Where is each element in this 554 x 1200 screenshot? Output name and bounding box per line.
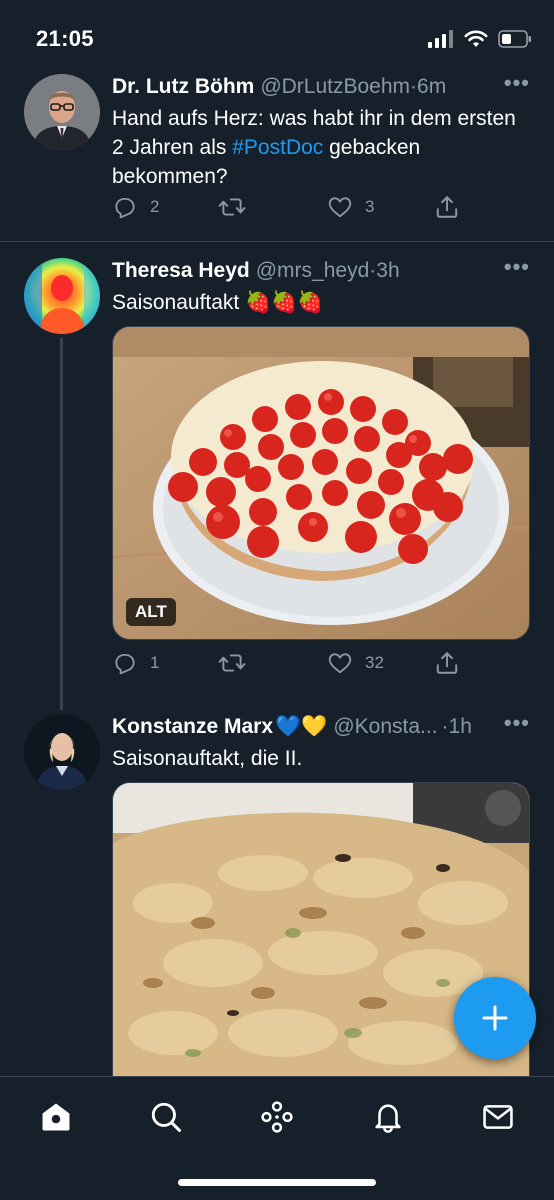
wifi-icon bbox=[464, 30, 488, 47]
reply-button[interactable]: 2 bbox=[112, 194, 159, 220]
like-button[interactable]: 32 bbox=[327, 650, 384, 676]
separator-dot: · bbox=[369, 259, 377, 282]
tweet-header: Theresa Heyd @mrs_heyd · 3h bbox=[112, 258, 530, 284]
author-handle[interactable]: @mrs_heyd bbox=[256, 258, 370, 284]
separator-dot: · bbox=[441, 715, 449, 738]
tweet-time[interactable]: 6m bbox=[417, 74, 446, 100]
hashtag-link[interactable]: #PostDoc bbox=[232, 136, 323, 159]
nav-spaces[interactable] bbox=[257, 1097, 297, 1137]
cake-photo bbox=[113, 327, 529, 639]
nav-notifications[interactable] bbox=[368, 1097, 408, 1137]
tweet-header: Dr. Lutz Böhm @DrLutzBoehm · 6m bbox=[112, 74, 530, 100]
tweet-media-image[interactable]: ALT bbox=[112, 326, 530, 640]
notifications-icon bbox=[375, 1104, 401, 1133]
author-name[interactable]: Dr. Lutz Böhm bbox=[112, 74, 254, 100]
retweet-button[interactable] bbox=[218, 194, 258, 220]
author-name[interactable]: Theresa Heyd bbox=[112, 258, 250, 284]
compose-button[interactable] bbox=[454, 977, 536, 1059]
share-icon bbox=[436, 652, 458, 674]
share-icon bbox=[436, 196, 458, 218]
signal-icon bbox=[428, 30, 453, 48]
reply-count: 2 bbox=[150, 197, 160, 216]
search-icon bbox=[151, 1102, 182, 1133]
tweet-time[interactable]: 1h bbox=[449, 714, 472, 740]
tweet-header: Konstanze Marx 💙💛 @Konsta... · 1h bbox=[112, 714, 530, 740]
battery-icon bbox=[498, 30, 531, 48]
tweet-text-part: Saisonauftakt bbox=[112, 291, 240, 314]
separator-dot: · bbox=[410, 75, 418, 98]
like-count: 3 bbox=[365, 197, 375, 216]
like-count: 32 bbox=[365, 653, 384, 672]
heart-icon bbox=[328, 653, 352, 674]
tweet-text: Saisonauftakt 🍓🍓🍓 bbox=[112, 288, 530, 317]
status-time: 21:05 bbox=[36, 26, 94, 51]
reply-count: 1 bbox=[150, 653, 160, 672]
more-options-icon[interactable]: ••• bbox=[504, 70, 530, 96]
status-icons bbox=[428, 30, 532, 48]
alt-badge[interactable]: ALT bbox=[126, 598, 176, 626]
tweet[interactable]: Theresa Heyd @mrs_heyd · 3h ••• Saisonau… bbox=[0, 242, 554, 712]
nav-search[interactable] bbox=[146, 1097, 186, 1137]
tweet-actions: 2 3 bbox=[112, 194, 462, 224]
avatar[interactable] bbox=[24, 714, 100, 790]
reply-icon bbox=[115, 197, 135, 219]
nav-messages[interactable] bbox=[478, 1097, 518, 1137]
plus-icon bbox=[482, 1005, 508, 1031]
reply-icon bbox=[115, 653, 135, 675]
retweet-icon bbox=[218, 198, 246, 216]
share-button[interactable] bbox=[434, 194, 460, 220]
heart-icon bbox=[328, 197, 352, 218]
spaces-icon bbox=[261, 1101, 293, 1133]
nav-home[interactable] bbox=[36, 1097, 76, 1137]
avatar[interactable] bbox=[24, 258, 100, 334]
tweet[interactable]: Dr. Lutz Böhm @DrLutzBoehm · 6m ••• Hand… bbox=[0, 66, 554, 241]
author-handle[interactable]: @DrLutzBoehm bbox=[260, 74, 410, 100]
home-icon bbox=[42, 1103, 70, 1131]
more-options-icon[interactable]: ••• bbox=[504, 254, 530, 280]
messages-icon bbox=[483, 1105, 513, 1129]
more-options-icon[interactable]: ••• bbox=[504, 710, 530, 736]
author-name[interactable]: Konstanze Marx bbox=[112, 714, 273, 740]
avatar[interactable] bbox=[24, 74, 100, 150]
like-button[interactable]: 3 bbox=[327, 194, 374, 220]
strawberry-emoji: 🍓🍓🍓 bbox=[245, 291, 324, 314]
share-button[interactable] bbox=[434, 650, 460, 676]
reply-button[interactable]: 1 bbox=[112, 650, 159, 676]
tweet-time[interactable]: 3h bbox=[376, 258, 399, 284]
home-indicator bbox=[178, 1179, 376, 1186]
tweet-text: Saisonauftakt, die II. bbox=[112, 747, 303, 770]
author-handle[interactable]: @Konsta... bbox=[333, 714, 437, 740]
name-emoji: 💙💛 bbox=[275, 715, 328, 738]
tweet-text: Hand aufs Herz: was habt ihr in dem erst… bbox=[112, 104, 530, 191]
tweet-actions: 1 32 bbox=[112, 650, 462, 680]
status-bar: 21:05 bbox=[0, 0, 554, 66]
retweet-icon bbox=[218, 654, 246, 672]
retweet-button[interactable] bbox=[218, 650, 258, 676]
